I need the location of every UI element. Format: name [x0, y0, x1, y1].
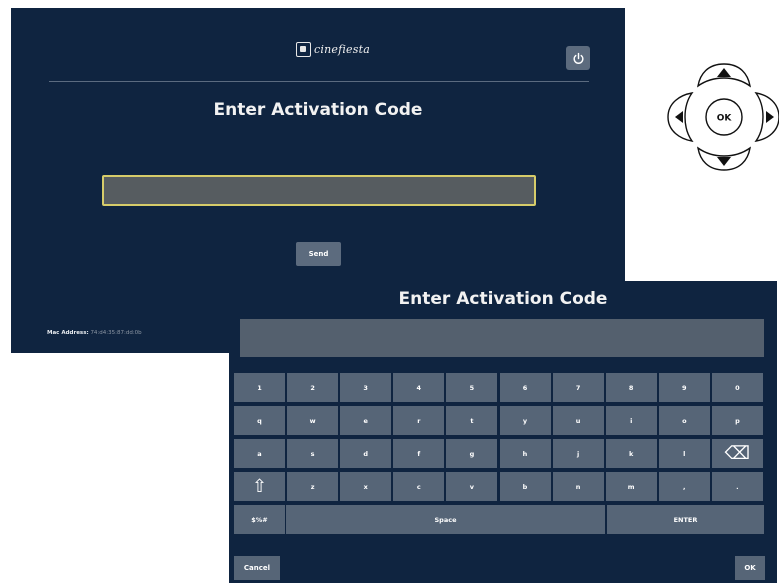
key-3[interactable]: 3 [340, 373, 392, 402]
header-divider [49, 81, 589, 82]
key-s[interactable]: s [287, 439, 339, 468]
period-key[interactable]: . [711, 472, 763, 501]
symbols-key[interactable]: $%# [234, 505, 285, 534]
key-z[interactable]: z [287, 472, 339, 501]
key-r[interactable]: r [393, 406, 445, 435]
enter-key[interactable]: ENTER [607, 505, 764, 534]
backspace-key[interactable]: ⌫ [711, 439, 763, 468]
key-b[interactable]: b [499, 472, 551, 501]
key-4[interactable]: 4 [393, 373, 445, 402]
key-5[interactable]: 5 [446, 373, 498, 402]
shift-key[interactable]: ⇧ [234, 472, 285, 501]
key-6[interactable]: 6 [499, 373, 551, 402]
key-0[interactable]: 0 [711, 373, 763, 402]
mac-address-label: Mac Address: [47, 330, 89, 336]
key-x[interactable]: x [340, 472, 392, 501]
activation-code-input[interactable] [102, 175, 536, 206]
app-logo: cinefiesta [296, 41, 370, 58]
mac-address: Mac Address: 74:d4:35:87:dd:0b [47, 330, 142, 336]
key-f[interactable]: f [393, 439, 445, 468]
key-t[interactable]: t [446, 406, 498, 435]
key-u[interactable]: u [552, 406, 604, 435]
key-1[interactable]: 1 [234, 373, 285, 402]
comma-key[interactable]: , [658, 472, 710, 501]
logo-text: cinefiesta [314, 43, 370, 56]
key-n[interactable]: n [552, 472, 604, 501]
power-button[interactable] [566, 46, 590, 70]
key-p[interactable]: p [711, 406, 763, 435]
keyboard-screen: Enter Activation Code 1234567890 qwertyui… [229, 281, 777, 583]
mac-address-value: 74:d4:35:87:dd:0b [90, 330, 142, 336]
key-2[interactable]: 2 [287, 373, 339, 402]
keyboard-title: Enter Activation Code [398, 289, 608, 309]
power-icon [573, 52, 583, 64]
key-q[interactable]: q [234, 406, 285, 435]
key-8[interactable]: 8 [605, 373, 657, 402]
space-key[interactable]: Space [286, 505, 605, 534]
send-button[interactable]: Send [296, 242, 341, 266]
key-a[interactable]: a [234, 439, 285, 468]
page-title: Enter Activation Code [213, 100, 423, 120]
key-7[interactable]: 7 [552, 373, 604, 402]
remote-dpad: OK [667, 63, 779, 171]
ok-button[interactable]: OK [735, 556, 765, 580]
key-e[interactable]: e [340, 406, 392, 435]
key-d[interactable]: d [340, 439, 392, 468]
key-y[interactable]: y [499, 406, 551, 435]
key-9[interactable]: 9 [658, 373, 710, 402]
key-l[interactable]: l [658, 439, 710, 468]
key-v[interactable]: v [446, 472, 498, 501]
key-k[interactable]: k [605, 439, 657, 468]
key-m[interactable]: m [605, 472, 657, 501]
dpad-ok-label: OK [717, 114, 733, 124]
key-i[interactable]: i [605, 406, 657, 435]
key-h[interactable]: h [499, 439, 551, 468]
key-o[interactable]: o [658, 406, 710, 435]
key-j[interactable]: j [552, 439, 604, 468]
key-c[interactable]: c [393, 472, 445, 501]
key-w[interactable]: w [287, 406, 339, 435]
key-g[interactable]: g [446, 439, 498, 468]
keyboard-input-field[interactable] [240, 319, 764, 357]
cancel-button[interactable]: Cancel [234, 556, 280, 580]
logo-icon [296, 42, 311, 57]
